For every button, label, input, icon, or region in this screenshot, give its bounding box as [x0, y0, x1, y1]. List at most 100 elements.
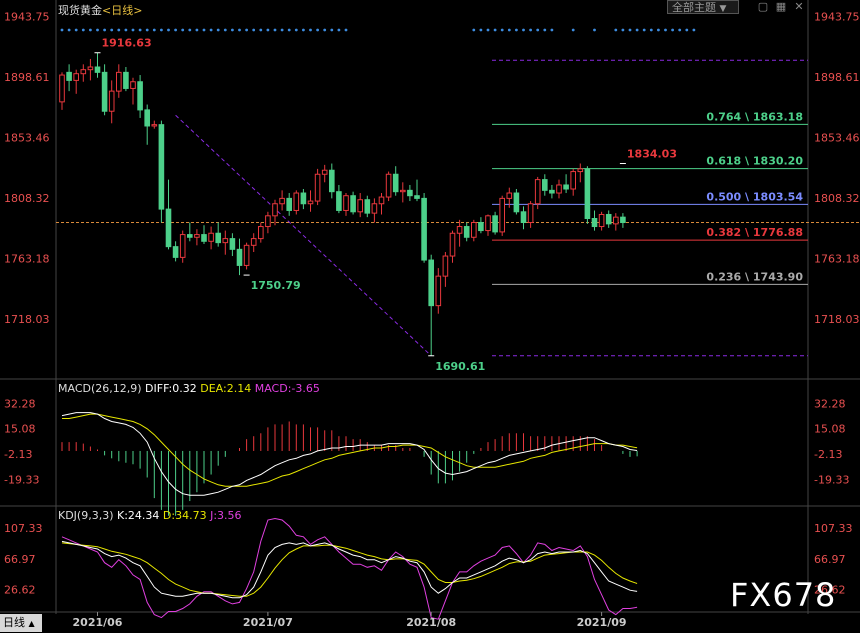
- fib-level-label-3: 0.500 \ 1803.54: [706, 190, 803, 203]
- time-label-1: 2021/07: [243, 616, 293, 629]
- candle-body-50: [414, 195, 420, 199]
- candle-body-56: [456, 226, 463, 234]
- signal-dot: [238, 28, 241, 32]
- signal-dot: [167, 28, 170, 32]
- signal-dot: [472, 28, 476, 32]
- candle-body-19: [194, 234, 200, 238]
- signal-dot: [117, 28, 121, 32]
- candle-body-0: [59, 74, 65, 103]
- candle-body-34: [300, 192, 307, 205]
- candle-body-32: [286, 197, 292, 211]
- candle-body-15: [165, 208, 172, 248]
- time-label-3: 2021/09: [577, 616, 627, 629]
- signal-dot: [124, 28, 128, 32]
- kdj-title: KDJ(9,3,3): [58, 509, 114, 522]
- candle-body-14: [158, 124, 165, 210]
- candle-body-44: [371, 203, 378, 214]
- price-tick-right-3: 1808.32: [814, 192, 860, 205]
- close-icon[interactable]: ✕: [792, 0, 806, 14]
- theme-selector-button[interactable]: 全部主题 ▼: [667, 0, 739, 14]
- price-pane: 1943.75 1943.75 1898.61 1898.61 1853.46 1853.…: [4, 10, 860, 373]
- candle-body-45: [378, 196, 385, 205]
- price-tick-left-1: 1898.61: [4, 71, 50, 84]
- annotation-label-0: 1916.63: [102, 37, 152, 50]
- restore-icon[interactable]: ▢: [756, 0, 770, 14]
- macd-tick-left-2: -2.13: [4, 448, 32, 461]
- chevron-down-icon: ▼: [719, 4, 727, 14]
- candle-body-66: [527, 203, 534, 224]
- signal-dot: [664, 28, 667, 32]
- candle-body-55: [449, 232, 456, 257]
- signal-dot: [174, 28, 178, 32]
- candle-body-26: [243, 244, 250, 266]
- time-label-2: 2021/08: [406, 616, 456, 629]
- macd-diff-line: [61, 412, 638, 496]
- signal-dot: [96, 28, 99, 32]
- fib-level-label-5: 0.236 \ 1743.90: [706, 270, 803, 283]
- theme-selector-label: 全部主题: [672, 1, 716, 14]
- candle-body-68: [542, 179, 548, 191]
- grid-icon[interactable]: ▦: [774, 0, 788, 14]
- signal-dot: [671, 28, 674, 32]
- signal-dot: [188, 28, 192, 32]
- signal-dot: [649, 28, 653, 32]
- kdj-legend-d: D:34.73: [162, 509, 207, 522]
- kdj-tick-left-1: 66.97: [4, 553, 36, 566]
- price-tick-right-2: 1853.46: [814, 131, 860, 144]
- candle-body-63: [506, 192, 513, 199]
- kdj-d-line: [61, 542, 638, 597]
- candle-body-39: [336, 191, 342, 211]
- signal-dot: [202, 28, 206, 32]
- kdj-legend-j: J:3.56: [210, 509, 242, 522]
- price-tick-right-4: 1763.18: [814, 252, 860, 265]
- signal-dot: [245, 28, 249, 32]
- candle-body-42: [357, 199, 363, 213]
- candle-body-76: [598, 213, 605, 228]
- candle-body-41: [350, 195, 356, 213]
- kdj-tick-right-1: 66.97: [814, 553, 846, 566]
- price-tick-right-0: 1943.75: [814, 10, 860, 23]
- kdj-legend-k: K:24.34: [117, 509, 160, 522]
- signal-dot: [81, 28, 85, 32]
- kdj-tick-left-0: 107.33: [4, 522, 43, 535]
- candle-body-46: [385, 173, 392, 198]
- candle-body-23: [222, 238, 229, 244]
- signal-dot: [543, 28, 547, 32]
- candle-body-70: [556, 184, 562, 194]
- signal-dot: [479, 28, 483, 32]
- candle-body-40: [343, 195, 349, 211]
- kdj-j-line: [61, 517, 638, 620]
- candle-body-43: [364, 199, 371, 214]
- candle-body-73: [577, 168, 584, 173]
- candle-body-37: [321, 169, 328, 175]
- candle-body-53: [435, 275, 442, 307]
- signal-dot: [515, 28, 518, 32]
- signal-dot: [486, 28, 490, 32]
- candle-body-30: [272, 203, 278, 217]
- price-tick-left-2: 1853.46: [4, 131, 50, 144]
- period-selector[interactable]: <日线>: [102, 4, 142, 17]
- candle-body-3: [80, 69, 87, 75]
- candle-body-20: [201, 234, 207, 242]
- candle-body-77: [605, 213, 612, 225]
- fib-level-label-1: 0.764 \ 1863.18: [706, 110, 803, 123]
- macd-tick-right-1: 15.08: [814, 423, 846, 436]
- macd-tick-left-1: 15.08: [4, 423, 36, 436]
- fib-level-label-2: 0.618 \ 1830.20: [706, 155, 803, 168]
- time-label-0: 2021/06: [73, 616, 123, 629]
- macd-tick-right-2: -2.13: [814, 448, 842, 461]
- kdj-tick-left-2: 26.62: [4, 584, 36, 597]
- price-tick-right-1: 1898.61: [814, 71, 860, 84]
- candle-body-16: [172, 246, 179, 258]
- candle-body-18: [187, 234, 193, 238]
- candle-body-49: [407, 189, 413, 197]
- signal-dot: [110, 28, 114, 32]
- candle-body-28: [258, 226, 264, 240]
- candle-body-60: [485, 215, 491, 232]
- candle-body-79: [620, 216, 626, 224]
- signal-dot: [685, 28, 689, 32]
- period-tab-daily[interactable]: 日线 ▲: [0, 614, 42, 632]
- candle-body-51: [421, 197, 427, 261]
- candle-body-75: [591, 217, 598, 228]
- signal-dot: [309, 28, 312, 32]
